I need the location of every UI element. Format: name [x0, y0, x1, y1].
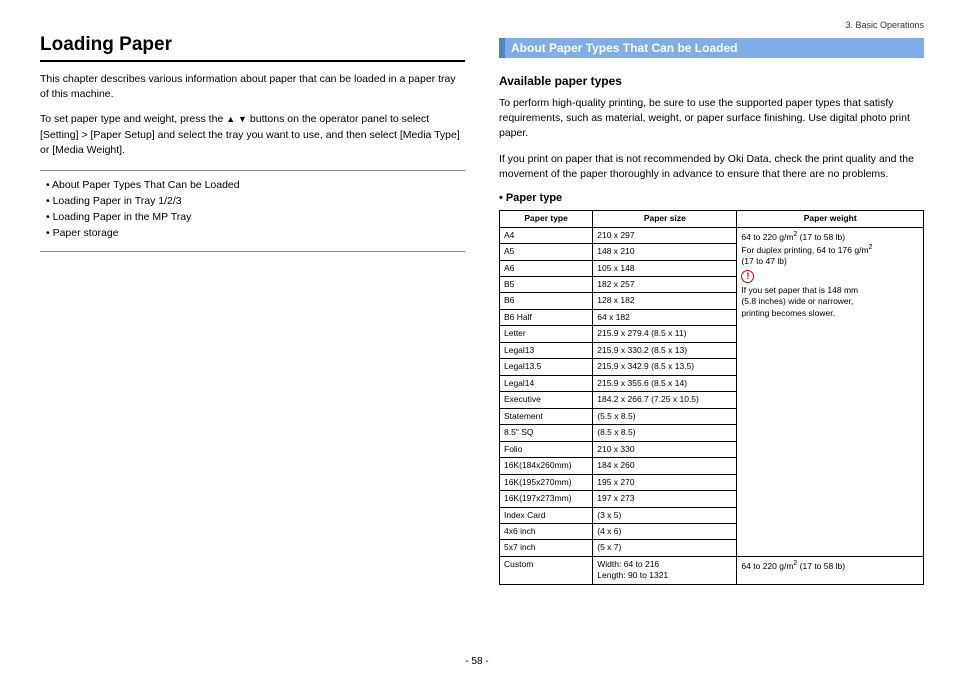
cell-size: (3 x 5)	[593, 507, 737, 523]
toc-item: About Paper Types That Can be Loaded	[46, 179, 465, 191]
toc-item: Loading Paper in the MP Tray	[46, 211, 465, 223]
breadcrumb: 3. Basic Operations	[40, 20, 924, 30]
col-header: Paper size	[593, 211, 737, 227]
cell-size: 148 x 210	[593, 244, 737, 260]
table-row: A4 210 x 297 64 to 220 g/m2 (17 to 58 lb…	[500, 227, 924, 243]
custom-size-line: Width: 64 to 216	[597, 559, 659, 569]
cell-size: (5.5 x 8.5)	[593, 408, 737, 424]
cell-type: Legal13	[500, 342, 593, 358]
cell-type: 5x7 inch	[500, 540, 593, 556]
cell-type: 8.5" SQ	[500, 425, 593, 441]
cell-size: 128 x 182	[593, 293, 737, 309]
cell-size: Width: 64 to 216 Length: 90 to 1321	[593, 556, 737, 584]
cell-type: 16K(197x273mm)	[500, 491, 593, 507]
weight-line: 64 to 220 g/m	[741, 561, 793, 571]
cell-type: A4	[500, 227, 593, 243]
cell-type: Legal14	[500, 375, 593, 391]
section-heading-bar: About Paper Types That Can be Loaded	[499, 38, 924, 58]
intro-text: This chapter describes various informati…	[40, 72, 465, 102]
weight-line: (17 to 58 lb)	[797, 231, 845, 241]
cell-type: Statement	[500, 408, 593, 424]
paper-type-table: Paper type Paper size Paper weight A4 21…	[499, 210, 924, 585]
col-header: Paper type	[500, 211, 593, 227]
cell-size: 215.9 x 342.9 (8.5 x 13.5)	[593, 359, 737, 375]
note-line: printing becomes slower.	[741, 308, 835, 318]
cell-type: Custom	[500, 556, 593, 584]
left-column: Loading Paper This chapter describes var…	[40, 34, 465, 585]
setup-text: To set paper type and weight, press the …	[40, 112, 465, 158]
cell-size: (5 x 7)	[593, 540, 737, 556]
up-arrow-icon: ▲	[226, 114, 235, 124]
cell-type: 16K(195x270mm)	[500, 474, 593, 490]
note-line: (5.8 inches) wide or narrower,	[741, 296, 853, 306]
cell-size: (4 x 6)	[593, 524, 737, 540]
cell-size: 210 x 330	[593, 441, 737, 457]
note-line: If you set paper that is 148 mm	[741, 285, 858, 295]
weight-line: (17 to 58 lb)	[797, 561, 845, 571]
cell-weight: 64 to 220 g/m 2 (17 to 58 lb) For duplex …	[737, 227, 924, 556]
cell-size: 184.2 x 266.7 (7.25 x 10.5)	[593, 392, 737, 408]
table-row: Custom Width: 64 to 216 Length: 90 to 13…	[500, 556, 924, 584]
page-columns: Loading Paper This chapter describes var…	[40, 34, 924, 585]
squared: 2	[869, 244, 873, 251]
cell-size: 64 x 182	[593, 309, 737, 325]
title-rule	[40, 60, 465, 62]
toc-item: Paper storage	[46, 227, 465, 239]
cell-type: B5	[500, 276, 593, 292]
alert-icon: !	[741, 270, 754, 283]
table-header-row: Paper type Paper size Paper weight	[500, 211, 924, 227]
cell-type: B6 Half	[500, 309, 593, 325]
page-title: Loading Paper	[40, 34, 465, 56]
cell-type: B6	[500, 293, 593, 309]
cell-size: 215.9 x 279.4 (8.5 x 11)	[593, 326, 737, 342]
cell-weight: 64 to 220 g/m2 (17 to 58 lb)	[737, 556, 924, 584]
cell-type: Index Card	[500, 507, 593, 523]
col-header: Paper weight	[737, 211, 924, 227]
toc-list: About Paper Types That Can be Loaded Loa…	[40, 179, 465, 239]
subheading: Available paper types	[499, 74, 924, 88]
cell-size: 197 x 273	[593, 491, 737, 507]
weight-line: (17 to 47 lb)	[741, 256, 786, 266]
cell-size: 195 x 270	[593, 474, 737, 490]
cell-type: Legal13.5	[500, 359, 593, 375]
cell-size: 210 x 297	[593, 227, 737, 243]
cell-size: 182 x 257	[593, 276, 737, 292]
cell-size: 184 x 260	[593, 458, 737, 474]
cell-type: A5	[500, 244, 593, 260]
toc-item: Loading Paper in Tray 1/2/3	[46, 195, 465, 207]
weight-line: For duplex printing, 64 to 176 g/m	[741, 245, 868, 255]
custom-size-line: Length: 90 to 1321	[597, 570, 668, 580]
down-arrow-icon: ▼	[238, 114, 247, 124]
cell-size: 215.9 x 330.2 (8.5 x 13)	[593, 342, 737, 358]
divider	[40, 251, 465, 252]
setup-pre: To set paper type and weight, press the	[40, 113, 226, 125]
page-number: - 58 -	[0, 656, 954, 667]
weight-line: 64 to 220 g/m	[741, 231, 793, 241]
cell-type: Executive	[500, 392, 593, 408]
cell-type: Folio	[500, 441, 593, 457]
cell-type: 16K(184x260mm)	[500, 458, 593, 474]
body-text: If you print on paper that is not recomm…	[499, 152, 924, 182]
cell-type: A6	[500, 260, 593, 276]
divider	[40, 170, 465, 171]
cell-size: 105 x 148	[593, 260, 737, 276]
cell-size: 215.9 x 355.6 (8.5 x 14)	[593, 375, 737, 391]
right-column: About Paper Types That Can be Loaded Ava…	[499, 34, 924, 585]
cell-type: 4x6 inch	[500, 524, 593, 540]
body-text: To perform high-quality printing, be sur…	[499, 96, 924, 142]
table-heading: Paper type	[499, 192, 924, 204]
cell-size: (8.5 x 8.5)	[593, 425, 737, 441]
cell-type: Letter	[500, 326, 593, 342]
